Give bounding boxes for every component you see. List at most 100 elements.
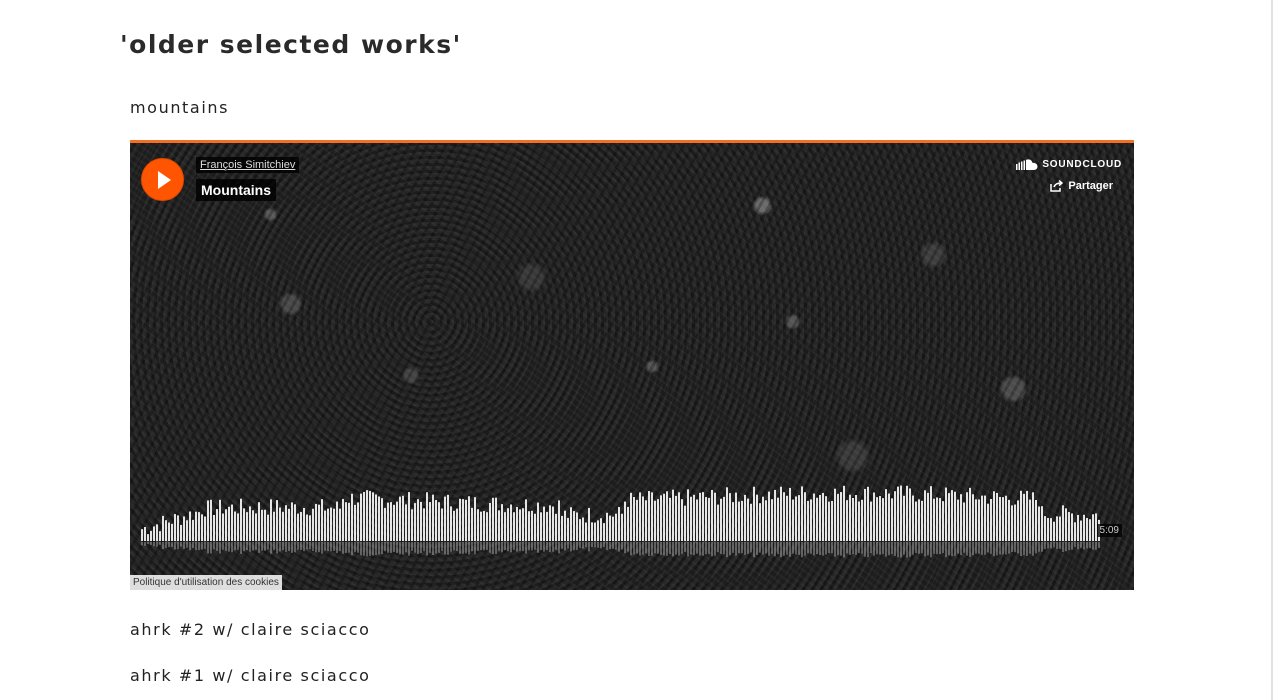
waveform-bar (621, 513, 623, 541)
waveform-bar (858, 501, 860, 541)
waveform-bar (681, 499, 683, 541)
waveform-bar (723, 496, 725, 541)
waveform-bar (420, 501, 422, 541)
waveform-bar (240, 498, 242, 541)
waveform-bar (477, 509, 479, 541)
waveform-reflection (663, 542, 665, 556)
waveform-scrubber[interactable] (141, 483, 1111, 563)
track-name[interactable]: Mountains (196, 179, 276, 201)
waveform-reflection (186, 542, 188, 548)
waveform-reflection (174, 542, 176, 550)
waveform-bar (912, 495, 914, 541)
waveform-bar (519, 509, 521, 541)
waveform-reflection (981, 542, 983, 555)
waveform-reflection (1029, 542, 1031, 554)
waveform-reflection (819, 542, 821, 555)
waveform-reflection (516, 542, 518, 552)
waveform-reflection (792, 542, 794, 554)
waveform-reflection (618, 542, 620, 552)
waveform-bar (780, 486, 782, 541)
waveform-reflection (921, 542, 923, 554)
waveform-reflection (840, 542, 842, 556)
waveform-bar (837, 493, 839, 541)
waveform-reflection (294, 542, 296, 553)
waveform-reflection (495, 542, 497, 555)
waveform-reflection (219, 542, 221, 554)
waveform-reflection (915, 542, 917, 554)
waveform-bar (906, 485, 908, 541)
waveform-bar (693, 494, 695, 541)
waveform-bar (1086, 517, 1088, 541)
waveform-reflection (636, 542, 638, 554)
waveform-bar (405, 504, 407, 541)
waveform-reflection (270, 542, 272, 554)
waveform-reflection (786, 542, 788, 555)
waveform-bar (852, 497, 854, 541)
waveform-reflection (999, 542, 1001, 555)
waveform-bar (1011, 505, 1013, 541)
waveform-bar (486, 512, 488, 541)
waveform-reflection (240, 542, 242, 554)
waveform-reflection (684, 542, 686, 552)
waveform-reflection (948, 542, 950, 556)
waveform-reflection (249, 542, 251, 552)
waveform-reflection (939, 542, 941, 555)
work-title-mountains: mountains (130, 98, 230, 117)
waveform-reflection (708, 542, 710, 555)
waveform-bar (348, 502, 350, 541)
waveform-bar (201, 514, 203, 541)
waveform-reflection (660, 542, 662, 555)
waveform-bar (258, 502, 260, 541)
waveform-bar (603, 523, 605, 541)
waveform-reflection (438, 542, 440, 553)
waveform-bar (558, 500, 560, 541)
waveform-reflection (807, 542, 809, 554)
waveform-reflection (360, 542, 362, 556)
waveform-bar (321, 499, 323, 541)
waveform-bar (168, 522, 170, 541)
soundcloud-player: François Simitchiev Mountains SOUNDCLOUD… (130, 140, 1134, 590)
artist-link[interactable]: François Simitchiev (196, 157, 300, 173)
waveform-reflection (1032, 542, 1034, 556)
waveform-reflection (963, 542, 965, 553)
waveform-reflection (588, 542, 590, 552)
waveform-bar (831, 500, 833, 541)
waveform-reflection (231, 542, 233, 553)
waveform-reflection (633, 542, 635, 555)
waveform-reflection (1077, 542, 1079, 550)
waveform-bar (1077, 514, 1079, 541)
waveform-bar (411, 509, 413, 541)
waveform-bar (591, 522, 593, 541)
waveform-reflection (1017, 542, 1019, 554)
play-button[interactable] (141, 158, 184, 201)
waveform-bar (924, 490, 926, 541)
waveform-bar (636, 499, 638, 541)
waveform-bar (1014, 504, 1016, 541)
waveform-reflection (918, 542, 920, 554)
waveform-reflection (375, 542, 377, 556)
waveform-bar (183, 516, 185, 541)
waveform-reflection (810, 542, 812, 554)
waveform-reflection (243, 542, 245, 552)
waveform-reflection (714, 542, 716, 556)
waveform-bar (786, 495, 788, 541)
waveform-reflection (801, 542, 803, 558)
waveform-reflection (393, 542, 395, 553)
waveform-bar (147, 534, 149, 541)
waveform-reflection (519, 542, 521, 551)
waveform-reflection (795, 542, 797, 555)
share-button[interactable]: Partager (1050, 180, 1113, 192)
waveform-bar (456, 508, 458, 541)
waveform-reflection (843, 542, 845, 558)
waveform-bar (402, 495, 404, 541)
soundcloud-icon (1016, 159, 1038, 170)
waveform-reflection (1080, 542, 1082, 548)
waveform-bar (1068, 512, 1070, 541)
cookie-policy-link[interactable]: Politique d'utilisation des cookies (130, 575, 282, 590)
waveform-bar (951, 490, 953, 541)
waveform-bar (1032, 492, 1034, 541)
waveform-bar (141, 529, 143, 541)
waveform-bar (171, 523, 173, 541)
soundcloud-logo[interactable]: SOUNDCLOUD (1016, 159, 1122, 170)
waveform-reflection (903, 542, 905, 555)
